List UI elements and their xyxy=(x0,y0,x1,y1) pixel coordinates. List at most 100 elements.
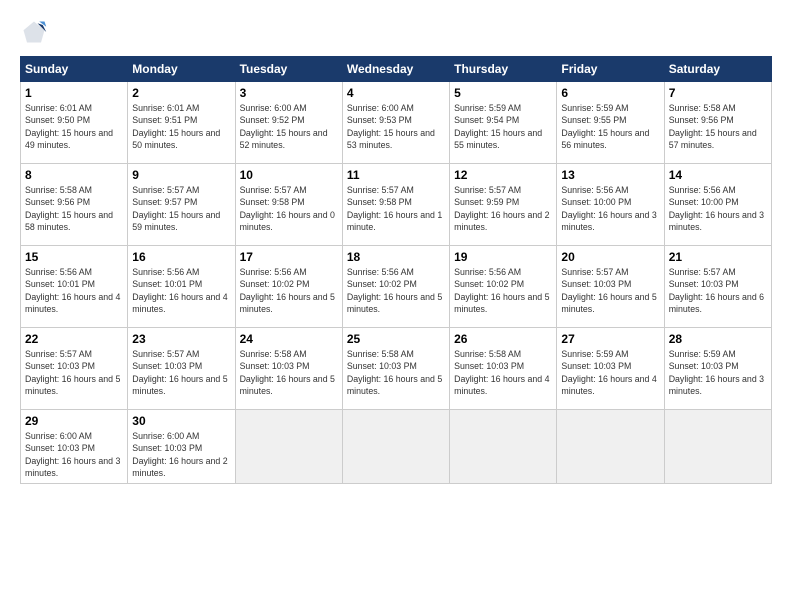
day-info: Sunrise: 5:58 AMSunset: 10:03 PMDaylight… xyxy=(347,348,445,397)
day-info: Sunrise: 5:57 AMSunset: 9:57 PMDaylight:… xyxy=(132,184,230,233)
day-number: 3 xyxy=(240,86,338,100)
table-cell-empty-4-6 xyxy=(664,410,771,484)
day-number: 4 xyxy=(347,86,445,100)
day-info: Sunrise: 5:59 AMSunset: 9:54 PMDaylight:… xyxy=(454,102,552,151)
col-monday: Monday xyxy=(128,57,235,82)
col-sunday: Sunday xyxy=(21,57,128,82)
day-number: 28 xyxy=(669,332,767,346)
day-number: 11 xyxy=(347,168,445,182)
table-cell-15: 15Sunrise: 5:56 AMSunset: 10:01 PMDaylig… xyxy=(21,246,128,328)
day-number: 19 xyxy=(454,250,552,264)
day-number: 13 xyxy=(561,168,659,182)
day-info: Sunrise: 5:57 AMSunset: 10:03 PMDaylight… xyxy=(132,348,230,397)
header xyxy=(20,18,772,46)
day-number: 5 xyxy=(454,86,552,100)
day-info: Sunrise: 5:58 AMSunset: 9:56 PMDaylight:… xyxy=(25,184,123,233)
day-number: 2 xyxy=(132,86,230,100)
day-number: 8 xyxy=(25,168,123,182)
day-number: 26 xyxy=(454,332,552,346)
day-number: 18 xyxy=(347,250,445,264)
table-cell-5: 5 Sunrise: 5:59 AMSunset: 9:54 PMDaylight… xyxy=(450,82,557,164)
table-cell-23: 23 Sunrise: 5:57 AMSunset: 10:03 PMDaylig… xyxy=(128,328,235,410)
table-cell-18: 18 Sunrise: 5:56 AMSunset: 10:02 PMDaylig… xyxy=(342,246,449,328)
table-cell-2: 2 Sunrise: 6:01 AMSunset: 9:51 PMDaylight… xyxy=(128,82,235,164)
day-number: 15 xyxy=(25,250,123,264)
day-number: 9 xyxy=(132,168,230,182)
day-number: 30 xyxy=(132,414,230,428)
day-info: Sunrise: 5:59 AMSunset: 10:03 PMDaylight… xyxy=(669,348,767,397)
table-cell-4: 4 Sunrise: 6:00 AMSunset: 9:53 PMDaylight… xyxy=(342,82,449,164)
table-cell-8: 8 Sunrise: 5:58 AMSunset: 9:56 PMDaylight… xyxy=(21,164,128,246)
day-info: Sunrise: 6:00 AMSunset: 9:52 PMDaylight:… xyxy=(240,102,338,151)
day-info: Sunrise: 6:01 AMSunset: 9:51 PMDaylight:… xyxy=(132,102,230,151)
day-number: 1 xyxy=(25,86,123,100)
table-cell-28: 28 Sunrise: 5:59 AMSunset: 10:03 PMDaylig… xyxy=(664,328,771,410)
day-number: 14 xyxy=(669,168,767,182)
day-number: 6 xyxy=(561,86,659,100)
day-number: 25 xyxy=(347,332,445,346)
table-cell-27: 27 Sunrise: 5:59 AMSunset: 10:03 PMDaylig… xyxy=(557,328,664,410)
col-friday: Friday xyxy=(557,57,664,82)
table-cell-22: 22 Sunrise: 5:57 AMSunset: 10:03 PMDaylig… xyxy=(21,328,128,410)
col-saturday: Saturday xyxy=(664,57,771,82)
day-info: Sunrise: 6:00 AMSunset: 10:03 PMDaylight… xyxy=(25,430,123,479)
table-cell-12: 12 Sunrise: 5:57 AMSunset: 9:59 PMDayligh… xyxy=(450,164,557,246)
day-info: Sunrise: 5:59 AMSunset: 10:03 PMDaylight… xyxy=(561,348,659,397)
day-number: 21 xyxy=(669,250,767,264)
day-info: Sunrise: 5:56 AMSunset: 10:00 PMDaylight… xyxy=(669,184,767,233)
table-cell-10: 10Sunrise: 5:57 AMSunset: 9:58 PMDayligh… xyxy=(235,164,342,246)
col-tuesday: Tuesday xyxy=(235,57,342,82)
day-number: 17 xyxy=(240,250,338,264)
day-number: 24 xyxy=(240,332,338,346)
table-cell-empty-4-4 xyxy=(450,410,557,484)
col-wednesday: Wednesday xyxy=(342,57,449,82)
table-cell-empty-4-2 xyxy=(235,410,342,484)
logo xyxy=(20,18,52,46)
table-cell-29: 29Sunrise: 6:00 AMSunset: 10:03 PMDaylig… xyxy=(21,410,128,484)
day-number: 10 xyxy=(240,168,338,182)
table-cell-empty-4-3 xyxy=(342,410,449,484)
day-info: Sunrise: 6:00 AMSunset: 10:03 PMDaylight… xyxy=(132,430,230,479)
table-cell-30: 30 Sunrise: 6:00 AMSunset: 10:03 PMDaylig… xyxy=(128,410,235,484)
logo-icon xyxy=(20,18,48,46)
day-info: Sunrise: 5:58 AMSunset: 10:03 PMDaylight… xyxy=(240,348,338,397)
table-cell-24: 24 Sunrise: 5:58 AMSunset: 10:03 PMDaylig… xyxy=(235,328,342,410)
day-info: Sunrise: 5:56 AMSunset: 10:02 PMDaylight… xyxy=(240,266,338,315)
day-number: 20 xyxy=(561,250,659,264)
day-info: Sunrise: 5:58 AMSunset: 9:56 PMDaylight:… xyxy=(669,102,767,151)
table-cell-empty-4-5 xyxy=(557,410,664,484)
table-cell-1: 1 Sunrise: 6:01 AMSunset: 9:50 PMDaylight… xyxy=(21,82,128,164)
table-cell-13: 13 Sunrise: 5:56 AMSunset: 10:00 PMDaylig… xyxy=(557,164,664,246)
table-cell-26: 26Sunrise: 5:58 AMSunset: 10:03 PMDaylig… xyxy=(450,328,557,410)
day-info: Sunrise: 5:56 AMSunset: 10:00 PMDaylight… xyxy=(561,184,659,233)
day-number: 12 xyxy=(454,168,552,182)
day-number: 23 xyxy=(132,332,230,346)
day-number: 16 xyxy=(132,250,230,264)
table-cell-7: 7 Sunrise: 5:58 AMSunset: 9:56 PMDaylight… xyxy=(664,82,771,164)
day-info: Sunrise: 6:00 AMSunset: 9:53 PMDaylight:… xyxy=(347,102,445,151)
table-cell-25: 25 Sunrise: 5:58 AMSunset: 10:03 PMDaylig… xyxy=(342,328,449,410)
day-info: Sunrise: 5:57 AMSunset: 10:03 PMDaylight… xyxy=(561,266,659,315)
day-info: Sunrise: 5:59 AMSunset: 9:55 PMDaylight:… xyxy=(561,102,659,151)
page: Sunday Monday Tuesday Wednesday Thursday… xyxy=(0,0,792,612)
table-cell-19: 19 Sunrise: 5:56 AMSunset: 10:02 PMDaylig… xyxy=(450,246,557,328)
day-info: Sunrise: 5:56 AMSunset: 10:01 PMDaylight… xyxy=(132,266,230,315)
table-cell-17: 17 Sunrise: 5:56 AMSunset: 10:02 PMDaylig… xyxy=(235,246,342,328)
day-number: 7 xyxy=(669,86,767,100)
day-number: 22 xyxy=(25,332,123,346)
col-thursday: Thursday xyxy=(450,57,557,82)
day-info: Sunrise: 5:56 AMSunset: 10:02 PMDaylight… xyxy=(454,266,552,315)
table-cell-9: 9 Sunrise: 5:57 AMSunset: 9:57 PMDaylight… xyxy=(128,164,235,246)
table-cell-11: 11 Sunrise: 5:57 AMSunset: 9:58 PMDayligh… xyxy=(342,164,449,246)
table-cell-3: 3 Sunrise: 6:00 AMSunset: 9:52 PMDaylight… xyxy=(235,82,342,164)
day-info: Sunrise: 5:57 AMSunset: 9:58 PMDaylight:… xyxy=(347,184,445,233)
calendar-header-row: Sunday Monday Tuesday Wednesday Thursday… xyxy=(21,57,772,82)
calendar-table: Sunday Monday Tuesday Wednesday Thursday… xyxy=(20,56,772,484)
day-info: Sunrise: 5:57 AMSunset: 9:59 PMDaylight:… xyxy=(454,184,552,233)
day-info: Sunrise: 5:56 AMSunset: 10:02 PMDaylight… xyxy=(347,266,445,315)
table-cell-21: 21Sunrise: 5:57 AMSunset: 10:03 PMDaylig… xyxy=(664,246,771,328)
day-number: 27 xyxy=(561,332,659,346)
table-cell-16: 16 Sunrise: 5:56 AMSunset: 10:01 PMDaylig… xyxy=(128,246,235,328)
day-info: Sunrise: 6:01 AMSunset: 9:50 PMDaylight:… xyxy=(25,102,123,151)
day-info: Sunrise: 5:57 AMSunset: 10:03 PMDaylight… xyxy=(25,348,123,397)
